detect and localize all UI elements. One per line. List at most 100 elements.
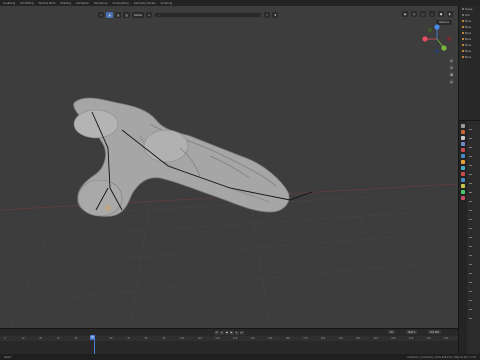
outliner-row-label: Bone: [465, 25, 472, 29]
frame-tick-label: 100: [180, 337, 185, 340]
start-frame-field[interactable]: Start 1: [406, 330, 418, 334]
collection-icon: [462, 14, 464, 16]
sculpt-mesh[interactable]: [73, 97, 290, 217]
pivot-button[interactable]: ⊙: [146, 12, 153, 18]
view-layer-tab-icon[interactable]: [461, 142, 465, 146]
outliner-panel[interactable]: Scene Coll Bone Bone Bone Bone Bone Bone Bone: [458, 6, 480, 120]
tool-tab-icon[interactable]: [461, 124, 465, 128]
frame-tick-label: 240: [426, 337, 431, 340]
output-tab-icon[interactable]: [461, 136, 465, 140]
particles-tab-icon[interactable]: [461, 172, 465, 176]
select-mode-button[interactable]: ▣: [106, 12, 113, 18]
frame-tick-label: 140: [250, 337, 255, 340]
overlays-button[interactable]: ◎: [411, 11, 417, 17]
gizmo-x-icon[interactable]: [422, 36, 428, 42]
frame-tick-label: 200: [356, 337, 361, 340]
frame-tick-label: 210: [373, 337, 378, 340]
frame-tick-label: 180: [320, 337, 326, 340]
wireframe-shading-button[interactable]: ◌: [429, 11, 435, 17]
play-reverse-icon[interactable]: ◀: [224, 330, 229, 335]
pan-icon[interactable]: ✥: [449, 65, 454, 70]
status-left: Select: [4, 355, 12, 359]
subtract-button[interactable]: ▥: [123, 12, 130, 18]
start-value: 1: [414, 330, 416, 334]
properties-panel[interactable]: [458, 120, 480, 360]
frame-tick-label: 80: [144, 337, 148, 340]
3d-viewport[interactable]: ▭ ▣ ▤ ▥ Global ⊙ ⌕ ⌗ ▼ ◉ ◎ ▢ ◌ ● ◐ Optio…: [0, 6, 458, 328]
workspace-tab[interactable]: Sculpting: [3, 2, 15, 5]
frame-tick-label: 230: [408, 337, 414, 340]
end-value: 250: [434, 330, 440, 334]
frame-tick-label: 20: [39, 337, 43, 340]
search-input[interactable]: ⌕: [154, 12, 263, 18]
frame-tick-label: 220: [391, 337, 396, 340]
workspace-tab[interactable]: Animation: [76, 2, 89, 5]
scene-tab-icon[interactable]: [461, 148, 465, 152]
navigation-gizmo[interactable]: [420, 22, 454, 56]
bone-icon: [462, 44, 464, 46]
workspace-tab[interactable]: Texture Paint: [39, 2, 56, 5]
object-tab-icon[interactable]: [461, 160, 465, 164]
prev-keyframe-icon[interactable]: ◂: [219, 330, 224, 335]
frame-tick-label: 170: [303, 337, 308, 340]
floor-grid: [0, 190, 458, 328]
workspace-tab[interactable]: Geometry Nodes: [134, 2, 156, 5]
status-right: Collection | Armature | Verts 100,210 | …: [407, 355, 476, 359]
select-box-button[interactable]: ▭: [98, 12, 105, 18]
workspace-tab[interactable]: UV Editing: [20, 2, 34, 5]
outliner-row-label: Bone: [465, 37, 472, 41]
viewport-shading-tools: ◉ ◎ ▢ ◌ ● ◐: [402, 11, 453, 17]
frame-tick-label: 120: [215, 337, 220, 340]
snap-button[interactable]: ⌗: [264, 12, 271, 18]
jump-start-icon[interactable]: ⏮: [214, 330, 219, 335]
properties-tabs: [459, 121, 467, 360]
view-dropdown-label: Global: [133, 13, 143, 17]
grid-icon[interactable]: ⊞: [449, 79, 454, 84]
constraints-tab-icon[interactable]: [461, 184, 465, 188]
workspace-tab[interactable]: Scripting: [161, 2, 173, 5]
timeline-panel[interactable]: ⏮ ◂ ◀ ▶ ▸ ⏭ 30 Start 1 End 250 0 10 20 30 40…: [0, 328, 458, 355]
world-tab-icon[interactable]: [461, 154, 465, 158]
jump-end-icon[interactable]: ⏭: [239, 330, 244, 335]
show-gizmo-button[interactable]: ◉: [402, 11, 408, 17]
playhead-frame-label[interactable]: 30: [90, 335, 95, 340]
workspace-tab[interactable]: Compositing: [112, 2, 128, 5]
outliner-row-label: Bone: [465, 43, 472, 47]
camera-icon[interactable]: ◘: [449, 72, 454, 77]
frame-tick-label: 130: [232, 337, 238, 340]
material-tab-icon[interactable]: [461, 196, 465, 200]
zoom-icon[interactable]: ⊕: [449, 58, 454, 63]
outliner-row-label: Bone: [465, 31, 472, 35]
extend-button[interactable]: ▤: [114, 12, 122, 18]
workspace-tab[interactable]: Shading: [60, 2, 71, 5]
frame-tick-label: 150: [268, 337, 273, 340]
bone-icon: [462, 50, 464, 52]
material-shading-button[interactable]: ◐: [447, 11, 453, 17]
play-icon[interactable]: ▶: [229, 330, 234, 335]
render-tab-icon[interactable]: [461, 130, 465, 134]
workspace-tab[interactable]: Rendering: [94, 2, 107, 5]
outliner-row-label: Scene: [465, 7, 473, 11]
current-frame-field[interactable]: 30: [388, 330, 395, 334]
xray-button[interactable]: ▢: [420, 11, 426, 17]
data-tab-icon[interactable]: [461, 190, 465, 194]
bone-icon: [462, 32, 464, 34]
frame-ruler[interactable]: 0102030405060708090100110120130140150160…: [0, 336, 458, 341]
frame-tick-label: 90: [162, 337, 166, 340]
gizmo-y-icon[interactable]: [441, 45, 447, 51]
frame-tick-label: 0: [4, 337, 6, 340]
filter-icon[interactable]: ▼: [272, 12, 279, 18]
end-frame-field[interactable]: End 250: [428, 330, 442, 334]
modifier-tab-icon[interactable]: [461, 166, 465, 170]
view-dropdown[interactable]: Global: [131, 12, 145, 18]
outliner-row-label: Bone: [465, 49, 472, 53]
scene-canvas[interactable]: [0, 6, 458, 328]
outliner-row[interactable]: Bone: [459, 54, 480, 60]
frame-tick-label: 60: [109, 337, 113, 340]
physics-tab-icon[interactable]: [461, 178, 465, 182]
gizmo-z-icon[interactable]: [434, 24, 440, 30]
solid-shading-button[interactable]: ●: [438, 11, 444, 17]
next-keyframe-icon[interactable]: ▸: [234, 330, 239, 335]
collection-icon: [462, 8, 464, 10]
frame-tick-label: 110: [197, 337, 202, 340]
